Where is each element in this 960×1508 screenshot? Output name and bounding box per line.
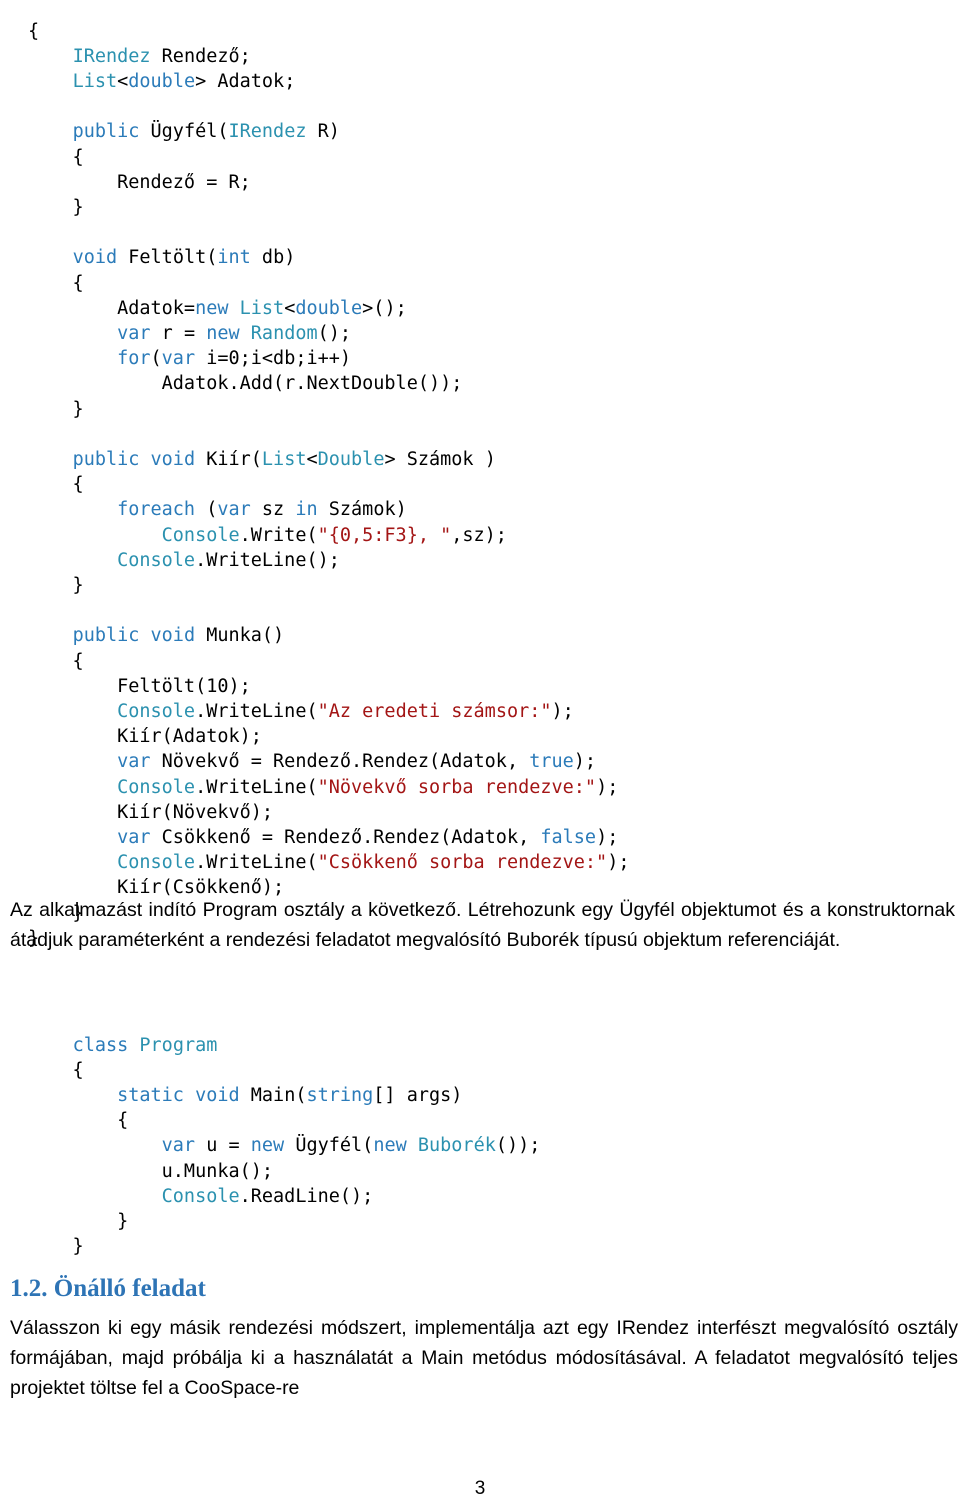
document-page: { IRendez Rendező; List<double> Adatok; … <box>0 0 960 1508</box>
code-line: Kiír(Adatok); <box>28 726 262 748</box>
code-line: Console.WriteLine("Növekvő sorba rendezv… <box>117 776 619 798</box>
code-line: } <box>28 398 84 420</box>
code-line: Console.WriteLine("Az eredeti számsor:")… <box>117 700 574 722</box>
code-line: } <box>28 1236 84 1258</box>
code-line: } <box>28 196 84 218</box>
code-line: var Növekvő = Rendező.Rendez(Adatok, tru… <box>117 751 597 773</box>
code-line: var r = new Random(); <box>117 322 352 344</box>
code-line: var Csökkenő = Rendező.Rendez(Adatok, fa… <box>117 827 619 848</box>
code-line: { <box>28 650 84 672</box>
code-line: { <box>28 1059 84 1081</box>
code-line: void Feltölt(int db) <box>72 247 296 269</box>
code-line: { <box>28 146 84 168</box>
code-line: Console.WriteLine(); <box>117 549 340 571</box>
code-line: for(var i=0;i<db;i++) <box>117 348 352 370</box>
code-line: Console.Write("{0,5:F3}, ",sz); <box>161 524 507 546</box>
code-line: { <box>28 272 84 294</box>
code-line: Adatok=new List<double>(); <box>28 297 407 319</box>
code-line: public Ügyfél(IRendez R) <box>72 121 340 143</box>
paragraph-onallo-feladat: Válasszon ki egy másik rendezési módszer… <box>10 1317 958 1399</box>
code-line: Rendező = R; <box>28 171 251 193</box>
code-line: IRendez Rendező; <box>72 45 251 67</box>
paragraph-program-intro: Az alkalmazást indító Program osztály a … <box>10 899 955 951</box>
code-line: var u = new Ügyfél(new Buborék()); <box>161 1135 541 1157</box>
page-number: 3 <box>474 1478 486 1499</box>
section-heading-1-2: 1.2. Önálló feladat <box>10 1275 206 1302</box>
code-line: public void Kiír(List<Double> Számok ) <box>72 448 496 470</box>
code-line: public void Munka() <box>72 625 285 647</box>
code-line: { <box>28 474 84 496</box>
code-line: u.Munka(); <box>28 1160 274 1182</box>
code-line: class Program <box>72 1034 218 1056</box>
code-line: foreach (var sz in Számok) <box>117 499 407 521</box>
code-line: Kiír(Növekvő); <box>28 801 274 823</box>
code-line: Console.WriteLine("Csökkenő sorba rendez… <box>117 852 630 874</box>
code-line: { <box>28 20 40 42</box>
code-line: static void Main(string[] args) <box>117 1084 463 1106</box>
code-line: List<double> Adatok; <box>72 70 296 92</box>
code-line: } <box>28 1210 129 1232</box>
code-line: { <box>28 1110 129 1132</box>
code-line: Console.ReadLine(); <box>161 1185 374 1207</box>
code-line: Adatok.Add(r.NextDouble()); <box>28 373 463 395</box>
code-block-ugyfel-class: { IRendez Rendező; List<double> Adatok; … <box>28 19 629 952</box>
code-line: } <box>28 574 84 596</box>
code-line: Feltölt(10); <box>28 675 251 697</box>
code-block-program-class: class Program { static void Main(string[… <box>28 1033 541 1260</box>
